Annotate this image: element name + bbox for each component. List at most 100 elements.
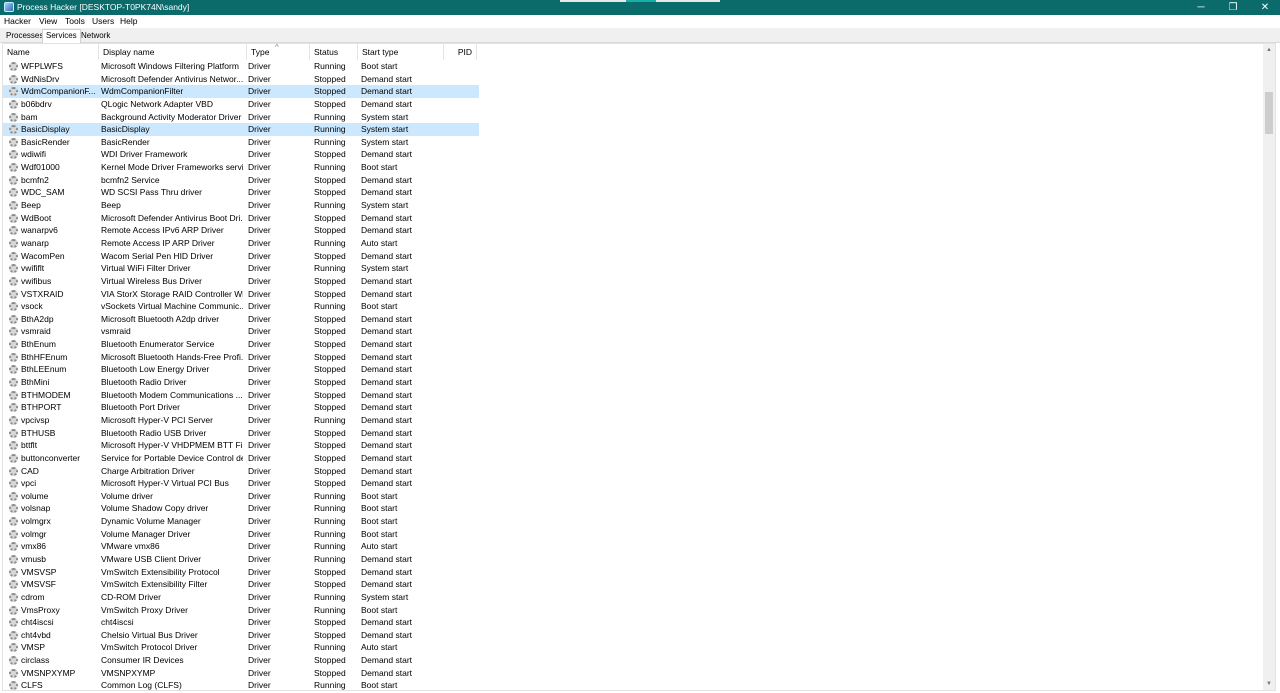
vertical-scrollbar[interactable]: ▲ ▼ xyxy=(1263,44,1275,690)
gear-icon xyxy=(9,630,18,640)
scroll-down-icon[interactable]: ▼ xyxy=(1263,678,1275,690)
table-row[interactable]: cht4vbd Chelsio Virtual Bus Driver Driver S… xyxy=(3,629,479,642)
tab-network[interactable]: Network xyxy=(78,30,113,42)
type-cell: Driver xyxy=(248,402,271,413)
start-type-cell: Demand start xyxy=(361,351,413,362)
column-header-start-type[interactable]: Start type xyxy=(358,44,444,60)
service-name-cell: BTHPORT xyxy=(21,402,62,413)
table-row[interactable]: BthMini Bluetooth Radio Driver Driver Stopp… xyxy=(3,376,479,389)
start-type-cell: Auto start xyxy=(361,642,398,653)
table-row[interactable]: volume Volume driver Driver Running Boot sta… xyxy=(3,490,479,503)
table-row[interactable]: WDC_SAM WD SCSI Pass Thru driver Driver Sto… xyxy=(3,186,479,199)
service-name-cell: bttflt xyxy=(21,440,38,451)
menu-users[interactable]: Users xyxy=(92,16,114,26)
service-name-cell: vpci xyxy=(21,478,37,489)
start-type-cell: Demand start xyxy=(361,566,413,577)
gear-icon xyxy=(9,378,18,388)
minimize-button[interactable]: ─ xyxy=(1186,0,1216,15)
display-name-cell: Chelsio Virtual Bus Driver xyxy=(101,629,198,640)
scroll-up-icon[interactable]: ▲ xyxy=(1263,44,1275,56)
menu-help[interactable]: Help xyxy=(120,16,137,26)
table-row[interactable]: Wdf01000 Kernel Mode Driver Frameworks se… xyxy=(3,161,479,174)
table-row[interactable]: vsock vSockets Virtual Machine Communic..… xyxy=(3,300,479,313)
table-row[interactable]: wdiwifi WDI Driver Framework Driver Stopped… xyxy=(3,148,479,161)
table-row[interactable]: CLFS Common Log (CLFS) Driver Running Boot s… xyxy=(3,679,479,690)
close-button[interactable]: ✕ xyxy=(1250,0,1280,15)
table-row[interactable]: WacomPen Wacom Serial Pen HID Driver Drive… xyxy=(3,250,479,263)
display-name-cell: cht4iscsi xyxy=(101,617,134,628)
service-name-cell: BthLEEnum xyxy=(21,364,67,375)
table-row[interactable]: VMSVSF VmSwitch Extensibility Filter Drive… xyxy=(3,578,479,591)
table-row[interactable]: BTHPORT Bluetooth Port Driver Driver Stoppe… xyxy=(3,401,479,414)
table-row[interactable]: vpcivsp Microsoft Hyper-V PCI Server Drive… xyxy=(3,414,479,427)
status-cell: Stopped xyxy=(314,452,346,463)
table-row[interactable]: CAD Charge Arbitration Driver Driver Stoppe… xyxy=(3,465,479,478)
table-row[interactable]: WdNisDrv Microsoft Defender Antivirus Net… xyxy=(3,73,479,86)
table-row[interactable]: vsmraid vsmraid Driver Stopped Demand start xyxy=(3,325,479,338)
column-header-status[interactable]: Status xyxy=(310,44,358,60)
table-row[interactable]: VmsProxy VmSwitch Proxy Driver Driver Runni… xyxy=(3,604,479,617)
table-row[interactable]: BthHFEnum Microsoft Bluetooth Hands-Free … xyxy=(3,351,479,364)
column-header-pid[interactable]: PID xyxy=(444,44,477,60)
table-row[interactable]: WFPLWFS Microsoft Windows Filtering Platf… xyxy=(3,60,479,73)
menu-view[interactable]: View xyxy=(39,16,57,26)
maximize-button[interactable]: ❐ xyxy=(1218,0,1248,15)
table-row[interactable]: wanarpv6 Remote Access IPv6 ARP Driver Dri… xyxy=(3,224,479,237)
scrollbar-thumb[interactable] xyxy=(1265,92,1273,134)
table-row[interactable]: BasicDisplay BasicDisplay Driver Running Sys… xyxy=(3,123,479,136)
table-row[interactable]: cdrom CD-ROM Driver Driver Running System st… xyxy=(3,591,479,604)
table-row[interactable]: BthA2dp Microsoft Bluetooth A2dp driver Dr… xyxy=(3,313,479,326)
table-row[interactable]: volmgrx Dynamic Volume Manager Driver Runni… xyxy=(3,515,479,528)
table-row[interactable]: BthLEEnum Bluetooth Low Energy Driver Driv… xyxy=(3,363,479,376)
type-cell: Driver xyxy=(248,389,271,400)
table-row[interactable]: bcmfn2 bcmfn2 Service Driver Stopped Demand … xyxy=(3,174,479,187)
table-row[interactable]: vwififlt Virtual WiFi Filter Driver Driver… xyxy=(3,262,479,275)
services-list[interactable]: Name Display name Type ^ Status Start ty… xyxy=(2,43,1276,691)
service-name-cell: CAD xyxy=(21,465,39,476)
table-row[interactable]: bam Background Activity Moderator Driver D… xyxy=(3,111,479,124)
status-cell: Stopped xyxy=(314,629,346,640)
tab-processes[interactable]: Processes xyxy=(3,30,46,42)
title-bar[interactable]: Process Hacker [DESKTOP-T0PK74N\sandy] ─… xyxy=(0,0,1280,15)
menu-hacker[interactable]: Hacker xyxy=(4,16,31,26)
column-header-name[interactable]: Name xyxy=(3,44,99,60)
table-row[interactable]: vwifibus Virtual Wireless Bus Driver Drive… xyxy=(3,275,479,288)
table-row[interactable]: vmusb VMware USB Client Driver Driver Runni… xyxy=(3,553,479,566)
status-cell: Stopped xyxy=(314,478,346,489)
display-name-cell: VMware USB Client Driver xyxy=(101,553,202,564)
table-row[interactable]: Beep Beep Driver Running System start xyxy=(3,199,479,212)
service-name-cell: volume xyxy=(21,490,49,501)
column-header-display-name[interactable]: Display name xyxy=(99,44,247,60)
table-row[interactable]: VSTXRAID VIA StorX Storage RAID Controlle… xyxy=(3,288,479,301)
table-row[interactable]: BasicRender BasicRender Driver Running Syste… xyxy=(3,136,479,149)
tab-services[interactable]: Services xyxy=(42,29,81,43)
table-row[interactable]: BTHUSB Bluetooth Radio USB Driver Driver St… xyxy=(3,427,479,440)
table-row[interactable]: vpci Microsoft Hyper-V Virtual PCI Bus Dri… xyxy=(3,477,479,490)
service-name-cell: BthEnum xyxy=(21,339,56,350)
table-row[interactable]: vmx86 VMware vmx86 Driver Running Auto start xyxy=(3,540,479,553)
table-row[interactable]: b06bdrv QLogic Network Adapter VBD Driver S… xyxy=(3,98,479,111)
start-type-cell: Demand start xyxy=(361,225,413,236)
start-type-cell: Demand start xyxy=(361,414,413,425)
sort-ascending-icon: ^ xyxy=(275,43,279,52)
table-row[interactable]: VMSNPXYMP VMSNPXYMP Driver Stopped Demand st… xyxy=(3,667,479,680)
start-type-cell: Demand start xyxy=(361,250,413,261)
table-row[interactable]: VMSP VmSwitch Protocol Driver Driver Runnin… xyxy=(3,641,479,654)
table-row[interactable]: VMSVSP VmSwitch Extensibility Protocol Dri… xyxy=(3,566,479,579)
table-row[interactable]: WdmCompanionF... WdmCompanionFilter Driver… xyxy=(3,85,479,98)
table-row[interactable]: buttonconverter Service for Portable Devi… xyxy=(3,452,479,465)
table-row[interactable]: wanarp Remote Access IP ARP Driver Driver R… xyxy=(3,237,479,250)
menu-tools[interactable]: Tools xyxy=(65,16,85,26)
table-row[interactable]: volsnap Volume Shadow Copy driver Driver Ru… xyxy=(3,502,479,515)
table-row[interactable]: WdBoot Microsoft Defender Antivirus Boot … xyxy=(3,212,479,225)
service-name-cell: vpcivsp xyxy=(21,414,50,425)
table-row[interactable]: volmgr Volume Manager Driver Driver Running… xyxy=(3,528,479,541)
table-row[interactable]: bttflt Microsoft Hyper-V VHDPMEM BTT Fil.… xyxy=(3,439,479,452)
type-cell: Driver xyxy=(248,629,271,640)
start-type-cell: Demand start xyxy=(361,667,413,678)
service-name-cell: volsnap xyxy=(21,503,51,514)
table-row[interactable]: BthEnum Bluetooth Enumerator Service Drive… xyxy=(3,338,479,351)
table-row[interactable]: cht4iscsi cht4iscsi Driver Stopped Demand st… xyxy=(3,616,479,629)
table-row[interactable]: BTHMODEM Bluetooth Modem Communications .… xyxy=(3,389,479,402)
table-row[interactable]: circlass Consumer IR Devices Driver Stopped… xyxy=(3,654,479,667)
